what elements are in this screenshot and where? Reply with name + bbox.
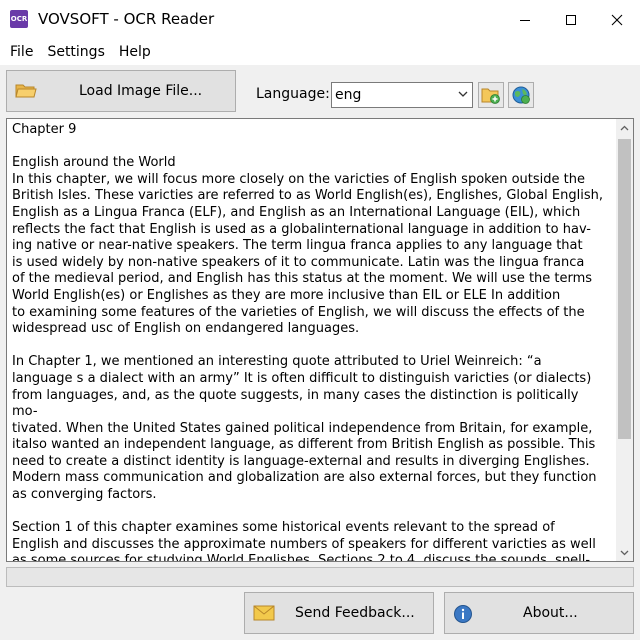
text-line: as converging factors. bbox=[12, 487, 157, 503]
text-line: is used widely by non-native speakers of… bbox=[12, 254, 585, 270]
menu-help[interactable]: Help bbox=[112, 39, 158, 65]
maximize-icon bbox=[566, 14, 576, 25]
language-value: eng bbox=[335, 87, 362, 103]
text-line: Chapter 9 bbox=[12, 122, 77, 137]
text-line: British Isles. These varicties are refer… bbox=[12, 188, 603, 204]
text-line: Section 1 of this chapter examines some … bbox=[12, 520, 555, 536]
menu-bar: File Settings Help bbox=[0, 39, 640, 66]
close-icon bbox=[611, 14, 623, 25]
text-line: to examining some features of the variet… bbox=[12, 304, 585, 320]
text-line: tivated. When the United States gained p… bbox=[12, 420, 593, 436]
maximize-button[interactable] bbox=[548, 0, 594, 39]
text-line: English as a Lingua Franca (ELF), and En… bbox=[12, 204, 581, 220]
text-line: italso wanted an independent language, a… bbox=[12, 437, 596, 453]
text-line: widespread usc of English on endangered … bbox=[12, 321, 360, 337]
send-feedback-label: Send Feedback... bbox=[295, 605, 415, 621]
folder-open-icon bbox=[15, 84, 37, 98]
menu-file[interactable]: File bbox=[0, 39, 40, 65]
scroll-down-button[interactable] bbox=[616, 544, 633, 561]
envelope-icon bbox=[253, 605, 275, 621]
title-bar: OCR VOVSOFT - OCR Reader bbox=[0, 0, 640, 39]
menu-settings[interactable]: Settings bbox=[40, 39, 111, 65]
ocr-text-area[interactable]: Chapter 9 English around the World In thi… bbox=[6, 118, 634, 562]
text-line: reflects the fact that English is used a… bbox=[12, 221, 591, 237]
text-line: English around the World bbox=[12, 155, 176, 171]
text-line: English and discusses the approximate nu… bbox=[12, 536, 596, 552]
progress-bar bbox=[6, 567, 634, 587]
ocr-text-content: Chapter 9 English around the World In thi… bbox=[12, 122, 608, 562]
chevron-down-icon bbox=[620, 550, 629, 555]
text-line: Modern mass communication and globalizat… bbox=[12, 470, 597, 486]
text-line: need to create a distinct identity is la… bbox=[12, 453, 590, 469]
close-button[interactable] bbox=[594, 0, 640, 39]
window-title: VOVSOFT - OCR Reader bbox=[38, 10, 215, 28]
folder-add-icon bbox=[481, 88, 500, 104]
language-select[interactable]: eng bbox=[331, 82, 473, 108]
text-line: World English(es) or Englishes as they a… bbox=[12, 287, 561, 303]
globe-icon bbox=[512, 86, 530, 104]
text-line: from languages, and, as the quote sugges… bbox=[12, 387, 579, 420]
minimize-icon bbox=[520, 19, 530, 21]
text-line: of the medieval period, and English has … bbox=[12, 271, 593, 287]
download-language-button[interactable] bbox=[508, 82, 534, 108]
text-line bbox=[12, 338, 608, 355]
text-line: language s a dialect with an army” It is… bbox=[12, 370, 592, 386]
chevron-up-icon bbox=[620, 125, 629, 130]
app-icon: OCR bbox=[10, 10, 28, 28]
load-image-label: Load Image File... bbox=[79, 83, 203, 99]
chevron-down-icon bbox=[458, 91, 468, 97]
send-feedback-button[interactable]: Send Feedback... bbox=[244, 592, 434, 634]
load-image-button[interactable]: Load Image File... bbox=[6, 70, 236, 112]
scroll-up-button[interactable] bbox=[616, 119, 633, 136]
text-line: ing native or near-native speakers. The … bbox=[12, 238, 583, 254]
text-line: In Chapter 1, we mentioned an interestin… bbox=[12, 354, 542, 370]
text-line: In this chapter, we will focus more clos… bbox=[12, 171, 585, 187]
info-icon bbox=[454, 605, 472, 623]
add-language-button[interactable] bbox=[478, 82, 504, 108]
text-line bbox=[12, 139, 608, 156]
about-button[interactable]: About... bbox=[444, 592, 634, 634]
vertical-scrollbar[interactable] bbox=[616, 119, 633, 561]
scrollbar-thumb[interactable] bbox=[618, 139, 631, 439]
text-line bbox=[12, 504, 608, 521]
text-line: as some sources for studying World Engli… bbox=[12, 553, 591, 562]
minimize-button[interactable] bbox=[502, 0, 548, 39]
language-label: Language: bbox=[256, 86, 330, 102]
about-label: About... bbox=[523, 605, 578, 621]
